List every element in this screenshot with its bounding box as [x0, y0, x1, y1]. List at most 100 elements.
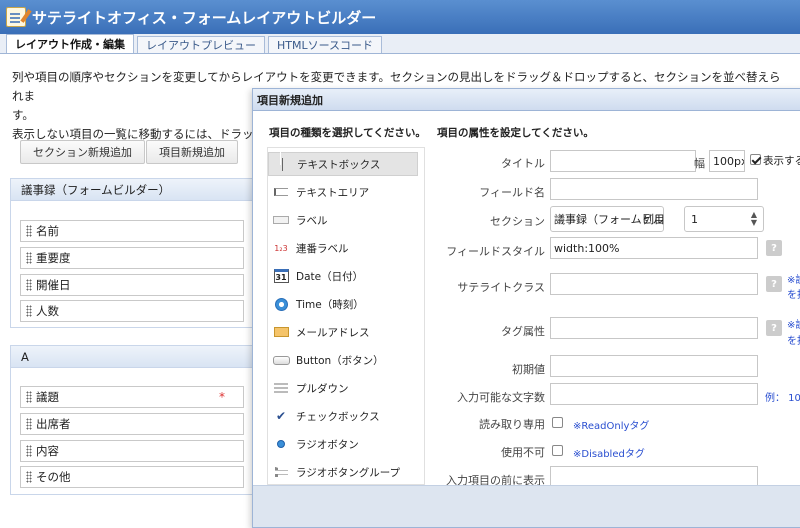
- readonly-checkbox[interactable]: [552, 417, 563, 428]
- textarea-icon: [272, 188, 290, 196]
- drag-handle-icon[interactable]: [26, 445, 32, 457]
- drag-handle-icon[interactable]: [26, 391, 32, 403]
- text-cursor-icon: [273, 157, 291, 171]
- field-item-other[interactable]: その他: [20, 466, 244, 488]
- button-icon: [272, 355, 290, 365]
- clock-icon: [272, 297, 290, 311]
- drag-handle-icon[interactable]: [26, 252, 32, 264]
- attrs-heading: 項目の属性を設定してください。: [437, 127, 594, 139]
- type-email[interactable]: メールアドレス: [268, 320, 418, 344]
- label-icon: [272, 216, 290, 224]
- type-label: テキストエリア: [296, 186, 370, 199]
- calendar-glyph: 31: [273, 269, 289, 283]
- help-icon[interactable]: ?: [766, 276, 782, 292]
- help-icon[interactable]: ?: [766, 240, 782, 256]
- disabled-checkbox[interactable]: [552, 445, 563, 456]
- type-label: テキストボックス: [297, 158, 381, 171]
- field-label: その他: [36, 470, 71, 484]
- type-button[interactable]: Button（ボタン）: [268, 348, 418, 372]
- drag-handle-icon[interactable]: [26, 471, 32, 483]
- width-label: 幅: [694, 157, 705, 170]
- disabled-note: ※Disabledタグ: [573, 449, 645, 460]
- tab-layout-preview[interactable]: レイアウトプレビュー: [137, 36, 265, 53]
- disabled-label: 使用不可: [501, 446, 545, 459]
- readonly-note: ※ReadOnlyタグ: [573, 421, 650, 432]
- field-label: 重要度: [36, 251, 71, 265]
- type-time[interactable]: Time（時刻）: [268, 292, 418, 316]
- section-header-1[interactable]: 議事録（フォームビルダー）: [11, 179, 254, 201]
- readonly-label: 読み取り専用: [479, 418, 545, 431]
- type-radio[interactable]: ラジオボタン: [268, 432, 418, 456]
- field-item-agenda[interactable]: 議題 *: [20, 386, 244, 408]
- drag-handle-icon[interactable]: [26, 305, 32, 317]
- field-item-count[interactable]: 人数: [20, 300, 244, 322]
- types-heading: 項目の種類を選択してください。: [269, 127, 426, 139]
- column-select-value: 1: [691, 212, 698, 226]
- column-select[interactable]: 1 ▲ ▼: [684, 206, 764, 232]
- field-label: 議題: [36, 390, 59, 404]
- type-label: Date（日付）: [296, 270, 364, 283]
- type-textarea[interactable]: テキストエリア: [268, 180, 418, 204]
- type-radio-group[interactable]: ラジオボタングループ: [268, 460, 418, 484]
- tag-attr-note-1: ※設: [787, 320, 800, 331]
- radio-group-icon: [272, 467, 290, 477]
- fieldname-label: フィールド名: [479, 186, 545, 199]
- add-section-button[interactable]: セクション新規追加: [20, 140, 145, 164]
- field-item-importance[interactable]: 重要度: [20, 247, 244, 269]
- satellite-class-label: サテライトクラス: [457, 281, 545, 294]
- help-icon[interactable]: ?: [766, 320, 782, 336]
- updown-icon: ▲ ▼: [750, 210, 757, 227]
- satellite-class-input[interactable]: [550, 273, 758, 295]
- drag-handle-icon[interactable]: [26, 225, 32, 237]
- field-item-name[interactable]: 名前: [20, 220, 244, 242]
- checkmark-icon: ✔: [275, 409, 287, 423]
- maxlength-example: 例： 10: [765, 393, 800, 404]
- type-label: プルダウン: [296, 382, 349, 395]
- field-label: 名前: [36, 224, 59, 238]
- field-item-date[interactable]: 開催日: [20, 274, 244, 296]
- notepad-pencil-icon: [6, 7, 26, 27]
- app-title: サテライトオフィス・フォームレイアウトビルダー: [32, 8, 377, 27]
- type-textbox[interactable]: テキストボックス: [268, 152, 418, 176]
- required-mark: *: [219, 390, 225, 404]
- tag-attr-label: タグ属性: [501, 325, 545, 338]
- initial-value-label: 初期値: [512, 363, 545, 376]
- tab-html-source[interactable]: HTMLソースコード: [268, 36, 383, 53]
- dialog-title[interactable]: 項目新規追加: [253, 89, 800, 111]
- initial-value-input[interactable]: [550, 355, 758, 377]
- add-field-dialog: 項目新規追加 項目の種類を選択してください。 項目の属性を設定してください。 テ…: [252, 88, 800, 528]
- field-label: 開催日: [36, 278, 71, 292]
- fieldname-input[interactable]: [550, 178, 758, 200]
- add-field-button[interactable]: 項目新規追加: [146, 140, 238, 164]
- drag-handle-icon[interactable]: [26, 279, 32, 291]
- type-label[interactable]: ラベル: [268, 208, 418, 232]
- tab-layout-edit[interactable]: レイアウト作成・編集: [6, 34, 134, 53]
- type-label: ラベル: [296, 214, 328, 227]
- field-type-list: テキストボックス テキストエリア ラベル 1₂3 連番ラベル 31 Date（日…: [267, 147, 425, 485]
- type-label: ラジオボタン: [296, 438, 359, 451]
- dialog-footer: [253, 485, 800, 527]
- field-item-content[interactable]: 内容: [20, 440, 244, 462]
- calendar-icon: 31: [272, 269, 290, 283]
- fieldstyle-input[interactable]: width:100%: [550, 237, 758, 259]
- drag-handle-icon[interactable]: [26, 418, 32, 430]
- type-sequence-label[interactable]: 1₂3 連番ラベル: [268, 236, 418, 260]
- type-label: ラジオボタングループ: [296, 466, 401, 479]
- tag-attr-input[interactable]: [550, 317, 758, 339]
- section-header-2[interactable]: A: [11, 346, 254, 368]
- type-date[interactable]: 31 Date（日付）: [268, 264, 418, 288]
- maxlength-input[interactable]: [550, 383, 758, 405]
- dropdown-icon: [272, 383, 290, 393]
- show-checkbox[interactable]: [750, 154, 761, 165]
- field-label: 人数: [36, 304, 59, 318]
- type-label: 連番ラベル: [296, 242, 349, 255]
- type-dropdown[interactable]: プルダウン: [268, 376, 418, 400]
- field-item-attendees[interactable]: 出席者: [20, 413, 244, 435]
- mail-icon: [272, 327, 290, 337]
- type-checkbox[interactable]: ✔ チェックボックス: [268, 404, 418, 428]
- title-label: タイトル: [501, 157, 545, 170]
- tab-bar: レイアウト作成・編集 レイアウトプレビュー HTMLソースコード: [0, 34, 800, 54]
- app-title-bar: サテライトオフィス・フォームレイアウトビルダー: [0, 0, 800, 34]
- width-input[interactable]: 100px: [709, 150, 745, 172]
- field-label: 出席者: [36, 417, 71, 431]
